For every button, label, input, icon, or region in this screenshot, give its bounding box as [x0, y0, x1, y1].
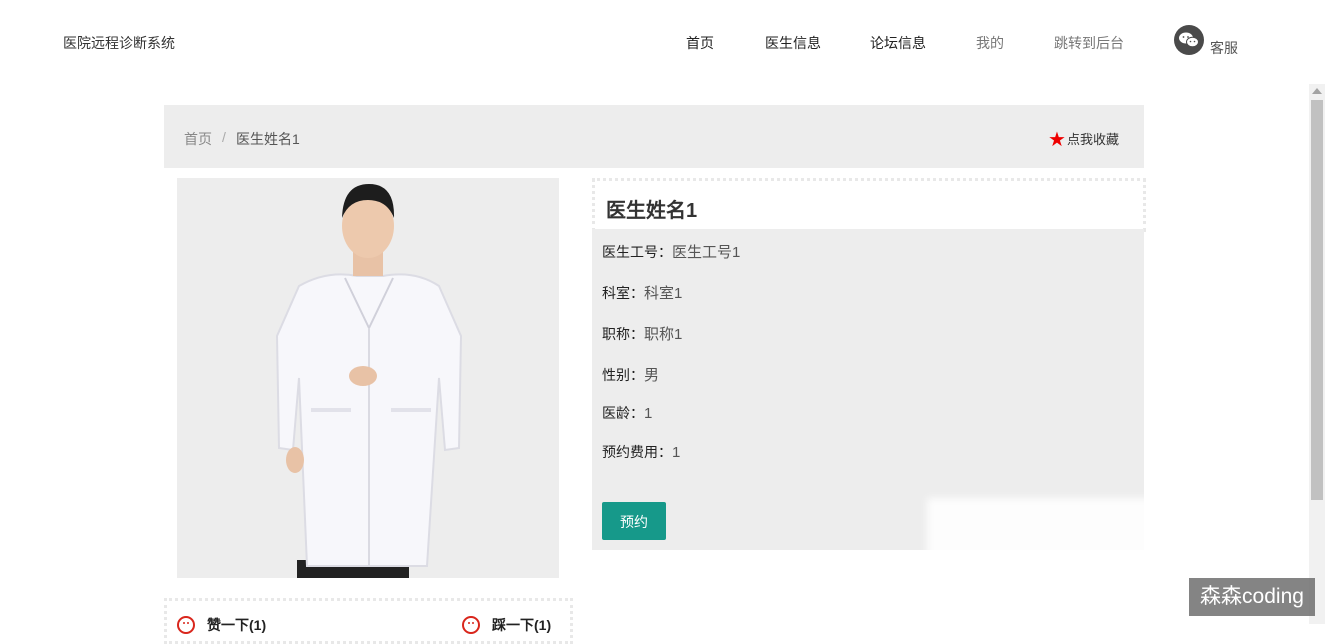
watermark: 森森coding — [1189, 578, 1315, 616]
site-title[interactable]: 医院远程诊断系统 — [63, 33, 175, 53]
field-fee: 预约费用：1 — [602, 442, 680, 462]
field-label: 预约费用： — [602, 444, 672, 460]
field-gender: 性别：男 — [602, 364, 659, 385]
field-department: 科室：科室1 — [602, 282, 682, 303]
field-years: 医龄：1 — [602, 403, 652, 423]
field-label: 医生工号： — [602, 244, 672, 260]
scroll-up-arrow-icon[interactable] — [1312, 88, 1322, 94]
favorite-label: 点我收藏 — [1066, 132, 1119, 147]
like-face-icon[interactable] — [177, 616, 195, 634]
nav-mine[interactable]: 我的 — [976, 33, 1004, 53]
field-doctor-id: 医生工号：医生工号1 — [602, 241, 740, 262]
field-label: 医龄： — [602, 405, 644, 421]
doctor-name-box: 医生姓名1 — [592, 178, 1146, 232]
scrollbar-thumb[interactable] — [1311, 100, 1323, 500]
fade-overlay — [927, 498, 1157, 558]
field-label: 科室： — [602, 285, 644, 301]
breadcrumb-home[interactable]: 首页 — [184, 129, 212, 149]
field-value: 男 — [644, 367, 660, 384]
field-value: 科室1 — [644, 285, 683, 302]
field-label: 性别： — [602, 367, 644, 383]
nav-doctor-info[interactable]: 医生信息 — [765, 33, 821, 53]
breadcrumb-separator: / — [222, 129, 226, 145]
field-title: 职称：职称1 — [602, 323, 682, 344]
wechat-icon[interactable] — [1174, 25, 1204, 55]
nav-admin[interactable]: 跳转到后台 — [1054, 33, 1124, 53]
dislike-face-icon[interactable] — [462, 616, 480, 634]
fade-overlay — [1095, 588, 1189, 618]
field-value: 医生工号1 — [672, 244, 741, 261]
nav-forum[interactable]: 论坛信息 — [870, 33, 926, 53]
book-appointment-button[interactable]: 预约 — [602, 502, 666, 540]
doctor-name: 医生姓名1 — [606, 200, 698, 222]
field-value: 职称1 — [644, 326, 683, 343]
breadcrumb-current: 医生姓名1 — [236, 131, 300, 147]
field-value: 1 — [644, 405, 653, 422]
nav-home[interactable]: 首页 — [686, 33, 714, 53]
vote-bar: 赞一下(1) 踩一下(1) — [164, 598, 573, 644]
doctor-photo — [177, 178, 559, 578]
customer-service-link[interactable]: 客服 — [1210, 38, 1238, 58]
field-value: 1 — [672, 444, 681, 461]
breadcrumb: 首页 / 医生姓名1 ★点我收藏 — [164, 105, 1144, 168]
like-button[interactable]: 赞一下(1) — [207, 615, 266, 635]
favorite-button[interactable]: ★点我收藏 — [1048, 127, 1119, 152]
top-navbar: 医院远程诊断系统 首页 医生信息 论坛信息 我的 跳转到后台 客服 — [0, 0, 1325, 82]
field-label: 职称： — [602, 326, 644, 342]
dislike-button[interactable]: 踩一下(1) — [492, 615, 551, 635]
star-icon: ★ — [1048, 129, 1066, 151]
